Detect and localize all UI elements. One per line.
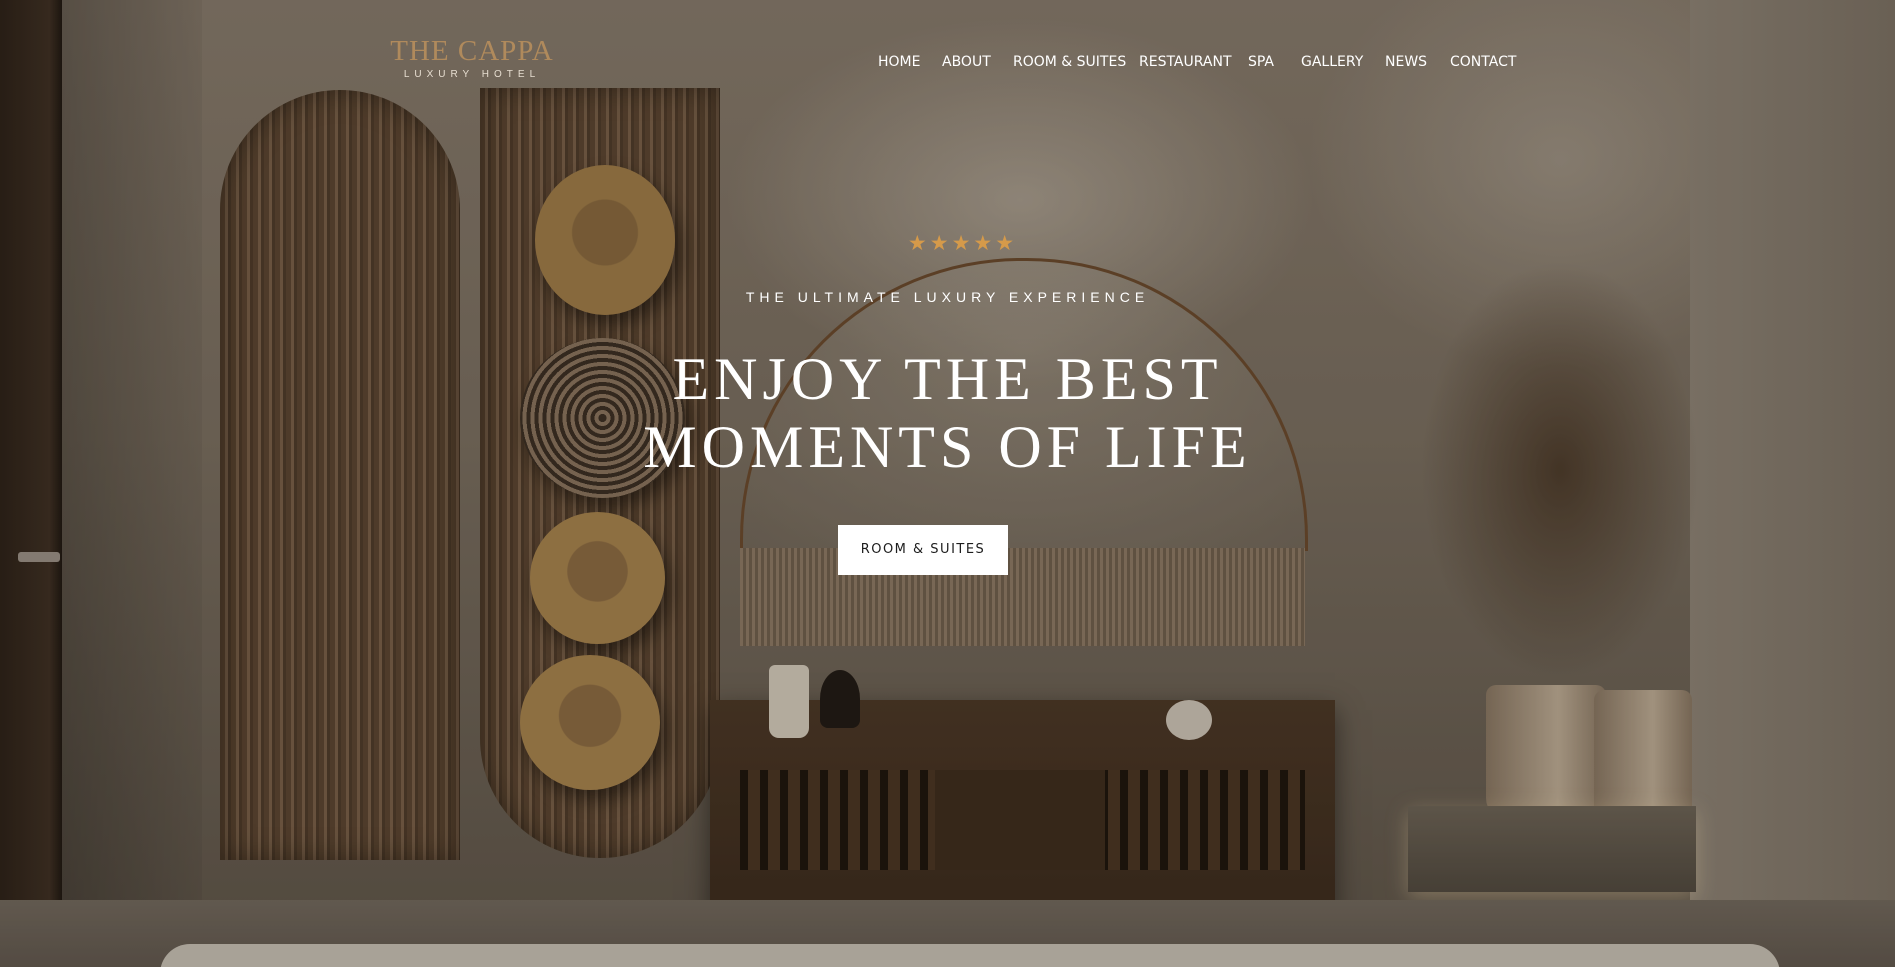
nav-item-spa[interactable]: SPA bbox=[1248, 50, 1274, 74]
hero-subtitle: THE ULTIMATE LUXURY EXPERIENCE bbox=[745, 289, 1150, 305]
nav-item-home[interactable]: HOME bbox=[878, 50, 920, 74]
nav-item-news[interactable]: NEWS bbox=[1385, 50, 1427, 74]
hero-headline: ENJOY THE BEST MOMENTS OF LIFE bbox=[0, 345, 1895, 481]
room-suites-button[interactable]: ROOM & SUITES bbox=[838, 525, 1008, 575]
nav-item-about[interactable]: ABOUT bbox=[942, 50, 991, 74]
main-nav: HOME ABOUT ROOM & SUITES RESTAURANT SPA … bbox=[0, 50, 1895, 74]
star-rating-icon: ★★★★★ bbox=[907, 232, 1018, 255]
hero-section bbox=[0, 0, 1895, 967]
hero-headline-line1: ENJOY THE BEST bbox=[672, 346, 1223, 412]
nav-item-room-suites[interactable]: ROOM & SUITES bbox=[1013, 50, 1126, 74]
nav-item-gallery[interactable]: GALLERY bbox=[1301, 50, 1363, 74]
hero-overlay bbox=[0, 0, 1895, 967]
nav-item-contact[interactable]: CONTACT bbox=[1450, 50, 1516, 74]
hero-headline-line2: MOMENTS OF LIFE bbox=[643, 414, 1252, 480]
nav-item-restaurant[interactable]: RESTAURANT bbox=[1139, 50, 1232, 74]
